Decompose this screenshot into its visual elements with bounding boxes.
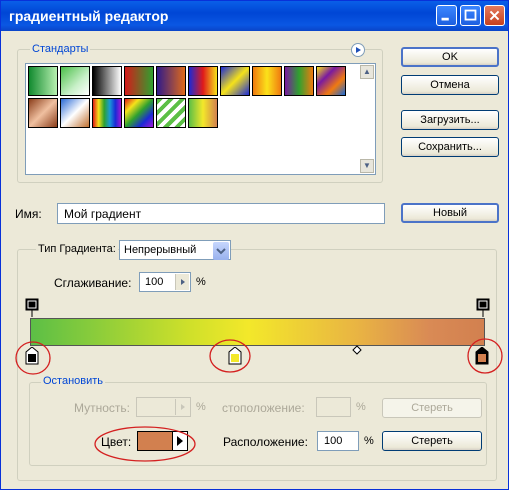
delete-color-stop-button[interactable]: Стереть [382, 431, 482, 451]
cancel-button[interactable]: Отмена [401, 75, 499, 95]
gradient-type-label: Тип Градиента: [36, 243, 118, 255]
opacity-unit: % [196, 401, 206, 413]
preset-swatch-orange-yellow-orange[interactable] [252, 66, 282, 96]
location-field[interactable]: 100 [317, 431, 359, 451]
smoothness-unit: % [196, 276, 206, 288]
color-label: Цвет: [101, 435, 132, 449]
smoothness-field[interactable]: 100 [139, 272, 191, 292]
name-value: Мой градиент [64, 207, 142, 221]
preset-swatch-violet-green-orange[interactable] [284, 66, 314, 96]
preset-swatch-transparent-stripes[interactable] [156, 98, 186, 128]
gradient-type-value: Непрерывный [124, 244, 197, 256]
opacity-label: Мутность: [74, 401, 131, 415]
preset-swatch-yellow-violet-orange-blue[interactable] [316, 66, 346, 96]
name-label: Имя: [15, 207, 42, 221]
preset-swatch-blue-red-yellow[interactable] [188, 66, 218, 96]
opacity-stop-left[interactable] [25, 298, 39, 318]
midpoint-marker[interactable] [352, 345, 362, 355]
location-value: 100 [324, 435, 343, 447]
minimize-button[interactable] [436, 5, 457, 26]
color-stop-middle[interactable] [228, 347, 242, 365]
opacity-location-label: стоположение: [222, 401, 305, 415]
maximize-button[interactable] [460, 5, 481, 26]
color-stop-right[interactable] [475, 347, 489, 365]
preset-swatch-transparent-rainbow[interactable] [124, 98, 154, 128]
stop-color-swatch[interactable] [137, 431, 173, 451]
gradient-preview-bar[interactable] [30, 318, 485, 346]
close-button[interactable] [484, 5, 505, 26]
preset-swatch-foreground-to-background[interactable] [28, 66, 58, 96]
opacity-location-field [316, 397, 351, 417]
load-button[interactable]: Загрузить... [401, 110, 499, 130]
save-button[interactable]: Сохранить... [401, 137, 499, 157]
preset-swatch-user-gradient[interactable] [188, 98, 218, 128]
name-field[interactable]: Мой градиент [57, 203, 385, 224]
triangle-right-icon [177, 436, 183, 446]
location-label: Расположение: [223, 435, 308, 449]
maximize-icon [464, 9, 477, 21]
stops-label: Остановить [41, 375, 106, 387]
smoothness-label: Сглаживание: [54, 276, 132, 290]
preset-swatch-black-white[interactable] [92, 66, 122, 96]
gradient-type-select[interactable]: Непрерывный [119, 240, 231, 260]
opacity-location-unit: % [356, 401, 366, 413]
stop-color-menu[interactable] [172, 431, 188, 451]
chevron-down-icon [216, 248, 226, 255]
ok-button[interactable]: OK [401, 47, 499, 67]
delete-opacity-stop-button: Стереть [382, 398, 482, 418]
location-unit: % [364, 435, 374, 447]
presets-label: Стандарты [30, 43, 91, 55]
preset-swatch-spectrum[interactable] [92, 98, 122, 128]
play-icon [356, 47, 361, 53]
color-stop-left[interactable] [25, 347, 39, 365]
triangle-right-icon [181, 404, 185, 410]
title-bar: градиентный редактор [1, 1, 508, 31]
scroll-up-button[interactable]: ▲ [360, 65, 374, 79]
minimize-icon [441, 17, 449, 21]
opacity-arrow [175, 399, 189, 415]
preset-swatch-chrome[interactable] [60, 98, 90, 128]
smoothness-arrow[interactable] [175, 274, 189, 290]
new-button[interactable]: Новый [401, 203, 499, 223]
smoothness-value: 100 [145, 276, 164, 288]
close-icon [489, 10, 500, 21]
preset-swatch-copper[interactable] [28, 98, 58, 128]
preset-swatch-foreground-to-transparent[interactable] [60, 66, 90, 96]
opacity-field [136, 397, 191, 417]
gradient-editor-window: градиентный редактор Стандарты ▲ ▼ OK От… [0, 0, 509, 490]
preset-swatch-blue-yellow-blue[interactable] [220, 66, 250, 96]
dropdown-button[interactable] [213, 242, 229, 260]
presets-swatch-list: ▲ ▼ [25, 63, 376, 175]
scroll-down-button[interactable]: ▼ [360, 159, 374, 173]
presets-menu-button[interactable] [351, 43, 365, 57]
triangle-right-icon [181, 279, 185, 285]
window-title: градиентный редактор [9, 8, 169, 24]
opacity-stop-right[interactable] [476, 298, 490, 318]
preset-swatch-violet-orange[interactable] [156, 66, 186, 96]
preset-swatch-red-green[interactable] [124, 66, 154, 96]
stops-group [29, 382, 487, 466]
